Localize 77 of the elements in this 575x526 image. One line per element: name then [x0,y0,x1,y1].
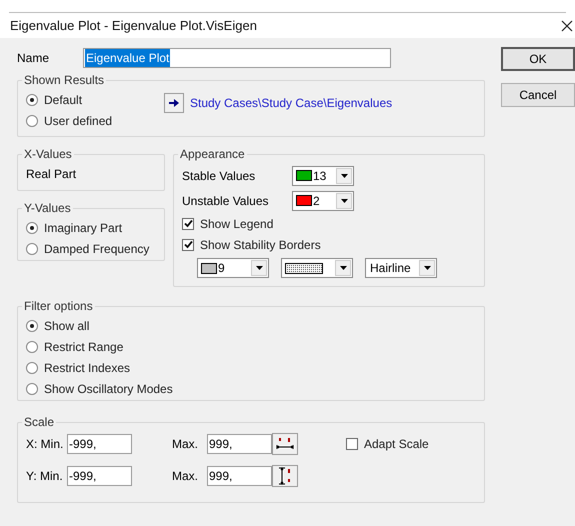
group-title: Scale [23,414,56,431]
color-dropdown[interactable]: 13 [292,166,354,186]
dropdown-arrow-button[interactable] [251,260,267,276]
close-icon[interactable] [561,20,573,32]
right-arrow-icon [169,99,179,107]
window-title: Eigenvalue Plot - Eigenvalue Plot.VisEigen [10,16,257,35]
min-label: Y: Min. [26,468,64,485]
min-field[interactable]: -999, [67,466,132,486]
dropdown-arrow-button[interactable] [336,192,352,208]
group-title: Y-Values [23,200,72,217]
min-field[interactable]: -999, [67,434,132,454]
dropdown-arrow-button[interactable] [335,260,351,276]
name-value: Eigenvalue Plot [85,49,170,67]
color-dropdown[interactable]: 2 [292,190,354,210]
name-field[interactable]: Eigenvalue Plot [83,48,391,68]
color-label: Unstable Values [182,192,270,210]
navigate-button[interactable] [164,93,184,113]
checkbox[interactable] [346,438,358,450]
range-button[interactable] [272,433,298,455]
pattern-dropdown[interactable] [281,258,353,278]
study-case-link[interactable]: Study Cases\Study Case\Eigenvalues [190,94,392,112]
min-value: -999, [69,436,96,453]
checkbox[interactable] [182,238,194,250]
radio-button[interactable] [26,382,38,394]
radio-label: Damped Frequency [44,240,150,258]
vertical-range-icon [277,466,293,486]
max-value: 999, [209,468,232,485]
max-value: 999, [209,436,232,453]
radio-button[interactable] [26,94,38,106]
radio-button[interactable] [26,340,38,352]
min-value: -999, [69,468,96,485]
caret-icon [256,266,262,270]
cancel-button[interactable]: Cancel [501,83,575,107]
color-label: Stable Values [182,168,256,184]
group-title: X-Values [23,146,73,163]
min-label: X: Min. [26,436,64,453]
max-label: Max. [172,436,200,453]
radio-button[interactable] [26,242,38,254]
group-title: Filter options [23,298,94,315]
radio-label: Restrict Indexes [44,360,130,376]
checkbox-label: Show Legend [200,216,274,232]
line-width-dropdown[interactable]: Hairline [365,258,437,278]
radio-button[interactable] [26,362,38,374]
name-label: Name [17,50,50,67]
dropdown-arrow-button[interactable] [419,260,435,276]
dropdown-arrow-button[interactable] [336,168,352,184]
radio-label: Show all [44,318,90,334]
radio-label: Show Oscillatory Modes [44,380,173,398]
group-title: Shown Results [23,72,106,89]
color-number: 9 [218,260,225,277]
radio-button[interactable] [26,114,38,126]
radio-label: Default [44,92,82,108]
group-title: Appearance [179,146,246,163]
line-width-value: Hairline [370,260,411,277]
color-number: 2 [313,192,320,210]
radio-label: Imaginary Part [44,220,122,236]
checkbox[interactable] [182,218,194,230]
radio-button[interactable] [26,320,38,332]
ok-button[interactable]: OK [501,47,575,71]
dotted-pattern-icon [285,262,323,274]
checkbox-label: Show Stability Borders [200,236,321,254]
caret-icon [340,174,348,178]
color-dropdown[interactable]: 9 [197,258,269,278]
x-values-text: Real Part [26,166,78,183]
radio-label: User defined [44,112,112,130]
caret-icon [424,266,430,270]
max-field[interactable]: 999, [207,434,272,454]
max-label: Max. [172,468,200,485]
checkbox-label: Adapt Scale [364,436,429,452]
radio-button[interactable] [26,222,38,234]
max-field[interactable]: 999, [207,466,272,486]
caret-icon [340,198,348,202]
color-number: 13 [313,168,326,184]
horizontal-range-icon [275,437,295,451]
range-button[interactable] [272,465,298,487]
radio-label: Restrict Range [44,338,124,356]
caret-icon [340,266,346,270]
